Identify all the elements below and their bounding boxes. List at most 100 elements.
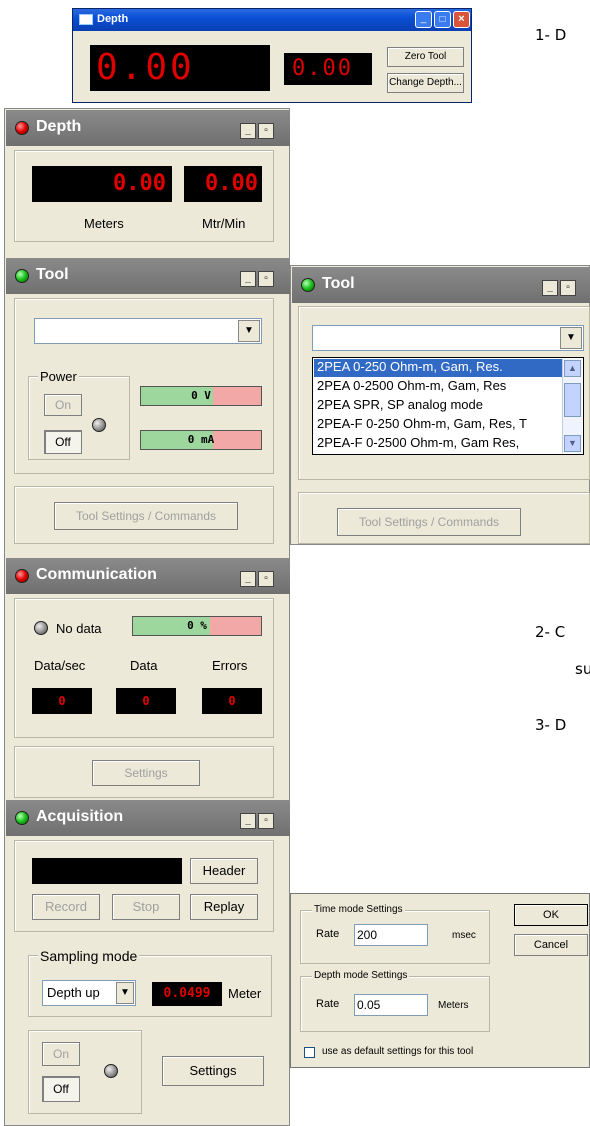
data-label: Data [130, 658, 158, 673]
ok-button[interactable]: OK [514, 904, 588, 926]
tool-panel-window-buttons: _ ▫ [240, 268, 276, 287]
time-rate-label: Rate [316, 928, 340, 940]
zero-tool-button[interactable]: Zero Tool [387, 47, 464, 67]
window-app-icon [79, 14, 93, 25]
power-label: Power [38, 369, 79, 384]
voltage-bar: 0 V [140, 386, 262, 406]
acq-status-led [15, 811, 29, 825]
default-settings-label: use as default settings for this tool [322, 1046, 474, 1057]
acq-off-button[interactable]: Off [42, 1076, 80, 1102]
scroll-down-icon[interactable]: ▼ [564, 435, 581, 452]
tool-dropdown-led [301, 278, 315, 292]
minimize-icon[interactable]: _ [542, 280, 558, 296]
tool-option[interactable]: 2PEA-F 0-250 Ohm-m, Gam, Res, T [314, 416, 562, 431]
acq-on-button[interactable]: On [42, 1042, 80, 1066]
chevron-down-icon[interactable]: ▼ [560, 327, 582, 349]
restore-icon[interactable]: ▫ [258, 813, 274, 829]
default-settings-checkbox[interactable] [304, 1047, 315, 1058]
sampling-unit-label: Meter [228, 986, 262, 1001]
errors-label: Errors [212, 658, 248, 673]
power-on-button[interactable]: On [44, 394, 82, 416]
tool-dropdown-title: Tool [322, 275, 355, 292]
acq-panel-header[interactable]: Acquisition _ ▫ [6, 800, 290, 836]
tool-select[interactable]: ▼ [34, 318, 262, 344]
speed-readout: 0.00 [284, 53, 372, 85]
depth-panel-title: Depth [36, 118, 82, 135]
data-sec-value: 0 [32, 688, 92, 714]
comm-panel-window-buttons: _ ▫ [240, 568, 276, 587]
tool-option[interactable]: 2PEA 0-2500 Ohm-m, Gam, Res [314, 378, 506, 393]
depth-window-titlebar[interactable]: Depth _ □ × [73, 9, 471, 31]
chevron-down-icon[interactable]: ▼ [116, 982, 134, 1004]
sampling-mode-value: Depth up [47, 985, 100, 1000]
tool-status-led [15, 269, 29, 283]
msec-label: msec [452, 930, 476, 941]
depth-status-led [15, 121, 29, 135]
data-status-label: No data [56, 621, 102, 636]
power-off-button[interactable]: Off [44, 430, 82, 454]
minimize-icon[interactable]: _ [240, 123, 256, 139]
current-bar: 0 mA [140, 430, 262, 450]
stop-button[interactable]: Stop [112, 894, 180, 920]
comm-panel-header[interactable]: Communication _ ▫ [6, 558, 290, 594]
tool-option[interactable]: 2PEA-F 0-2500 Ohm-m, Gam Res, [314, 435, 562, 450]
data-sec-label: Data/sec [34, 658, 86, 673]
speed-value: 0.00 [184, 166, 262, 202]
comm-settings-button[interactable]: Settings [92, 760, 200, 786]
acq-status-indicator [104, 1064, 118, 1078]
power-status-led [92, 418, 106, 432]
tool-dropdown-window-buttons: _ ▫ [542, 277, 578, 296]
depth-panel-header[interactable]: Depth _ ▫ [6, 110, 290, 146]
sampling-rate-value: 0.0499 [152, 982, 222, 1006]
tool-dropdown-header[interactable]: Tool _ ▫ [292, 267, 590, 303]
meters-unit-label: Meters [438, 1000, 469, 1011]
close-icon[interactable]: × [453, 11, 470, 28]
tool-dropdown-settings-button[interactable]: Tool Settings / Commands [337, 508, 521, 536]
scroll-thumb[interactable] [564, 383, 581, 417]
sampling-mode-select[interactable]: Depth up ▼ [42, 980, 136, 1006]
minimize-icon[interactable]: _ [240, 271, 256, 287]
restore-icon[interactable]: ▫ [258, 271, 274, 287]
comm-status-led [15, 569, 29, 583]
restore-icon[interactable]: ▫ [560, 280, 576, 296]
mtr-min-label: Mtr/Min [202, 216, 246, 231]
data-value: 0 [116, 688, 176, 714]
restore-icon[interactable]: ▫ [258, 123, 274, 139]
acq-file-display [32, 858, 182, 884]
time-rate-input[interactable]: 200 [354, 924, 428, 946]
scroll-up-icon[interactable]: ▲ [564, 360, 581, 377]
tool-dropdown-select[interactable]: ▼ [312, 325, 584, 351]
tool-option-list: 2PEA 0-250 Ohm-m, Gam, Res. 2PEA 0-2500 … [312, 357, 584, 455]
restore-icon[interactable]: □ [434, 11, 451, 28]
depth-window-title: Depth [97, 13, 129, 25]
cancel-button[interactable]: Cancel [514, 934, 588, 956]
minimize-icon[interactable]: _ [415, 11, 432, 28]
chevron-down-icon[interactable]: ▼ [238, 320, 260, 342]
option-list-scrollbar[interactable]: ▲ ▼ [562, 359, 582, 453]
tool-panel-header[interactable]: Tool _ ▫ [6, 258, 290, 294]
minimize-icon[interactable]: _ [240, 571, 256, 587]
tool-option-selected[interactable]: 2PEA 0-250 Ohm-m, Gam, Res. [314, 359, 562, 377]
depth-rate-input[interactable]: 0.05 [354, 994, 428, 1016]
note-2: 2- C [535, 623, 566, 641]
acq-panel-window-buttons: _ ▫ [240, 810, 276, 829]
depth-panel-window-buttons: _ ▫ [240, 120, 276, 139]
replay-button[interactable]: Replay [190, 894, 258, 920]
record-button[interactable]: Record [32, 894, 100, 920]
tool-option[interactable]: 2PEA SPR, SP analog mode [314, 397, 483, 412]
data-percent-bar: 0 % [132, 616, 262, 636]
note-1: 1- D [535, 26, 567, 44]
meters-label: Meters [84, 216, 124, 231]
header-button[interactable]: Header [190, 858, 258, 884]
note-3: 3- D [535, 716, 567, 734]
change-depth-button[interactable]: Change Depth... [387, 73, 464, 93]
minimize-icon[interactable]: _ [240, 813, 256, 829]
acq-panel-title: Acquisition [36, 808, 124, 825]
acq-settings-button[interactable]: Settings [162, 1056, 264, 1086]
restore-icon[interactable]: ▫ [258, 571, 274, 587]
tool-settings-button[interactable]: Tool Settings / Commands [54, 502, 238, 530]
data-status-led [34, 621, 48, 635]
depth-readout: 0.00 [90, 45, 270, 91]
tool-panel-title: Tool [36, 266, 69, 283]
depth-window: Depth _ □ × 0.00 0.00 Zero Tool Change D… [72, 8, 472, 103]
